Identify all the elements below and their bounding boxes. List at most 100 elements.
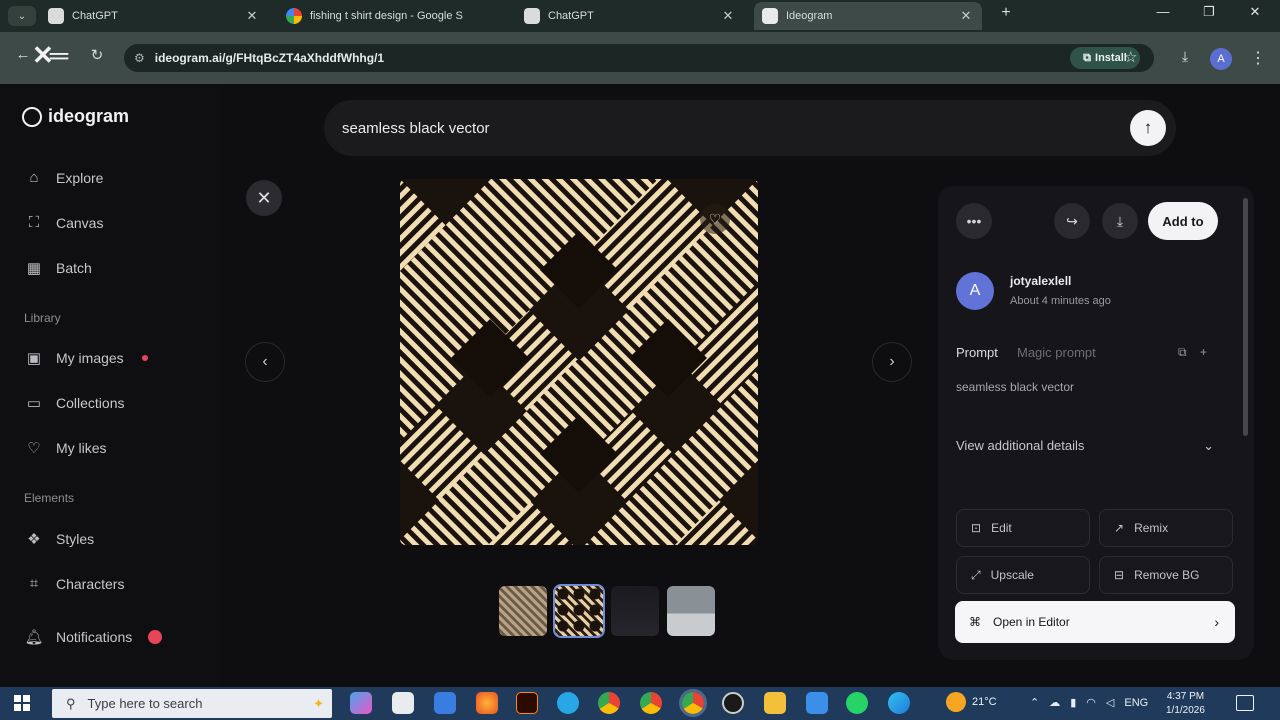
sidebar-item-canvas[interactable]: ⛶ Canvas <box>24 214 104 231</box>
chrome-app-icon[interactable] <box>598 692 620 714</box>
chatgpt-favicon-icon <box>48 8 64 24</box>
tab-chatgpt-1[interactable]: ChatGPT ✕ <box>40 2 268 30</box>
batch-icon: ▦ <box>26 260 42 277</box>
clock[interactable]: 4:37 PM 1/1/2026 <box>1166 690 1205 718</box>
download-button[interactable]: ⤓ <box>1102 203 1138 239</box>
arrow-up-icon: ↑ <box>1143 118 1153 137</box>
illustrator-app-icon[interactable] <box>516 692 538 714</box>
notification-center-icon[interactable] <box>1236 695 1254 711</box>
copy-icon[interactable]: ⧉ <box>1178 345 1187 359</box>
more-options-button[interactable]: ••• <box>956 203 992 239</box>
share-button[interactable]: ↪ <box>1054 203 1090 239</box>
tab-ideogram[interactable]: Ideogram ✕ <box>754 2 982 30</box>
thumbnail-2-selected[interactable] <box>553 584 605 638</box>
close-tab-icon[interactable]: ✕ <box>244 8 260 24</box>
whatsapp-app-icon[interactable] <box>846 692 868 714</box>
tab-title: Ideogram <box>786 10 833 22</box>
google-favicon-icon <box>286 8 302 24</box>
close-icon: ✕ <box>256 187 272 208</box>
sidebar-item-my-images[interactable]: ▣ My images <box>24 349 148 367</box>
windows-start-icon[interactable] <box>14 695 30 711</box>
close-viewer-button[interactable]: ✕ <box>246 180 282 216</box>
editor-icon: ⌘ <box>969 615 981 629</box>
chrome-active-app-icon[interactable] <box>679 689 707 717</box>
prompt-input[interactable]: seamless black vector ↑ <box>324 100 1176 156</box>
new-tab-button[interactable]: + <box>996 4 1016 26</box>
submit-prompt-button[interactable]: ↑ <box>1130 110 1166 146</box>
browser-menu-icon[interactable]: ⋮ <box>1250 48 1266 68</box>
address-bar[interactable]: ⚙ ideogram.ai/g/FHtqBcZT4aXhddfWhhg/1 ⧉ … <box>124 44 1154 72</box>
install-icon: ⧉ <box>1083 51 1092 64</box>
thumbnail-4[interactable] <box>667 586 715 636</box>
obs-app-icon[interactable] <box>722 692 744 714</box>
volume-icon[interactable]: ◁ <box>1106 696 1114 709</box>
reload-icon[interactable]: ↻ <box>86 46 108 68</box>
panel-scrollbar[interactable] <box>1243 198 1248 436</box>
tab-search-button[interactable]: ⌄ <box>8 6 36 26</box>
sidebar-item-styles[interactable]: ❖ Styles <box>24 530 94 548</box>
close-window-icon[interactable]: ✕ <box>1238 4 1272 26</box>
view-additional-details-toggle[interactable]: View additional details ⌄ <box>956 438 1214 454</box>
sidebar-item-collections[interactable]: ▭ Collections <box>24 394 125 412</box>
sidebar-item-notifications[interactable]: 🔔︎ Notifications <box>24 628 163 646</box>
avatar[interactable]: A <box>956 272 994 310</box>
details-label: View additional details <box>956 438 1085 453</box>
language-indicator[interactable]: ENG <box>1124 697 1148 709</box>
thumbnail-3[interactable] <box>611 586 659 636</box>
ideogram-logo[interactable]: ideogram <box>22 106 129 127</box>
canvas-icon: ⛶ <box>28 214 40 231</box>
chevron-up-icon[interactable]: ⌃ <box>1030 696 1039 709</box>
chrome-app-icon[interactable] <box>640 692 662 714</box>
restore-icon[interactable]: ❐ <box>1192 4 1226 26</box>
close-tab-icon[interactable]: ✕ <box>958 8 974 24</box>
profile-avatar[interactable]: A <box>1210 48 1232 70</box>
open-in-editor-button[interactable]: ⌘ Open in Editor › <box>955 601 1235 643</box>
tab-chatgpt-2[interactable]: ChatGPT ✕ <box>516 2 744 30</box>
sidebar-item-explore[interactable]: ⌂ Explore <box>24 169 103 186</box>
username[interactable]: jotyalexlell <box>1010 274 1071 288</box>
sidebar-item-label: Explore <box>56 169 104 186</box>
back-icon[interactable]: ← <box>12 46 34 68</box>
battery-icon[interactable]: ▮ <box>1070 696 1076 709</box>
copilot-sparkle-icon: ✦ <box>313 695 324 711</box>
site-info-icon[interactable]: ⚙ <box>134 51 145 65</box>
mail-app-icon[interactable] <box>434 692 456 714</box>
notification-badge <box>148 630 163 644</box>
minimize-icon[interactable]: — <box>1146 4 1180 26</box>
sidebar-item-batch[interactable]: ▦ Batch <box>24 259 92 277</box>
sidebar-item-characters[interactable]: ⌗ Characters <box>24 575 125 592</box>
telegram-app-icon[interactable] <box>557 692 579 714</box>
plus-icon[interactable]: + <box>1200 345 1207 359</box>
heart-icon: ♡ <box>708 210 722 227</box>
generated-image[interactable] <box>400 179 758 545</box>
ideogram-logo-icon <box>22 106 42 127</box>
close-tab-icon[interactable]: ✕ <box>720 8 736 24</box>
edge-app-icon[interactable] <box>888 692 910 714</box>
add-to-button[interactable]: Add to <box>1148 202 1218 240</box>
browser-tabstrip: ⌄ ChatGPT ✕ fishing t shirt design - Goo… <box>0 0 1280 32</box>
tab-prompt[interactable]: Prompt <box>956 345 998 360</box>
cloud-icon[interactable]: ☁ <box>1049 696 1060 709</box>
remix-button[interactable]: ↗ Remix <box>1099 509 1233 547</box>
weather-widget[interactable]: 21°C <box>946 692 997 712</box>
home-icon: ⌂ <box>29 169 39 186</box>
app-icon[interactable] <box>806 692 828 714</box>
tab-magic-prompt[interactable]: Magic prompt <box>1017 345 1096 360</box>
firefox-app-icon[interactable] <box>476 692 498 714</box>
bookmark-star-icon[interactable]: ☆ <box>1124 48 1137 66</box>
remove-bg-button[interactable]: ⊟ Remove BG <box>1099 556 1233 594</box>
next-image-button[interactable]: › <box>872 342 912 382</box>
wifi-icon[interactable]: ◠ <box>1086 696 1096 709</box>
edit-button[interactable]: ⊡ Edit <box>956 509 1090 547</box>
downloads-icon[interactable]: ⤓ <box>1174 48 1196 70</box>
sidebar-item-my-likes[interactable]: ♡ My likes <box>24 439 106 457</box>
file-explorer-app-icon[interactable] <box>764 692 786 714</box>
thumbnail-1[interactable] <box>499 586 547 636</box>
copilot-app-icon[interactable] <box>350 692 372 714</box>
tab-google-search[interactable]: fishing t shirt design - Google S <box>278 2 506 30</box>
notepad-app-icon[interactable] <box>392 692 414 714</box>
upscale-button[interactable]: ⤢ Upscale <box>956 556 1090 594</box>
taskbar-search[interactable]: ⚲ Type here to search ✦ <box>52 689 332 718</box>
previous-image-button[interactable]: ‹ <box>245 342 285 382</box>
like-button[interactable]: ♡ <box>700 204 730 234</box>
